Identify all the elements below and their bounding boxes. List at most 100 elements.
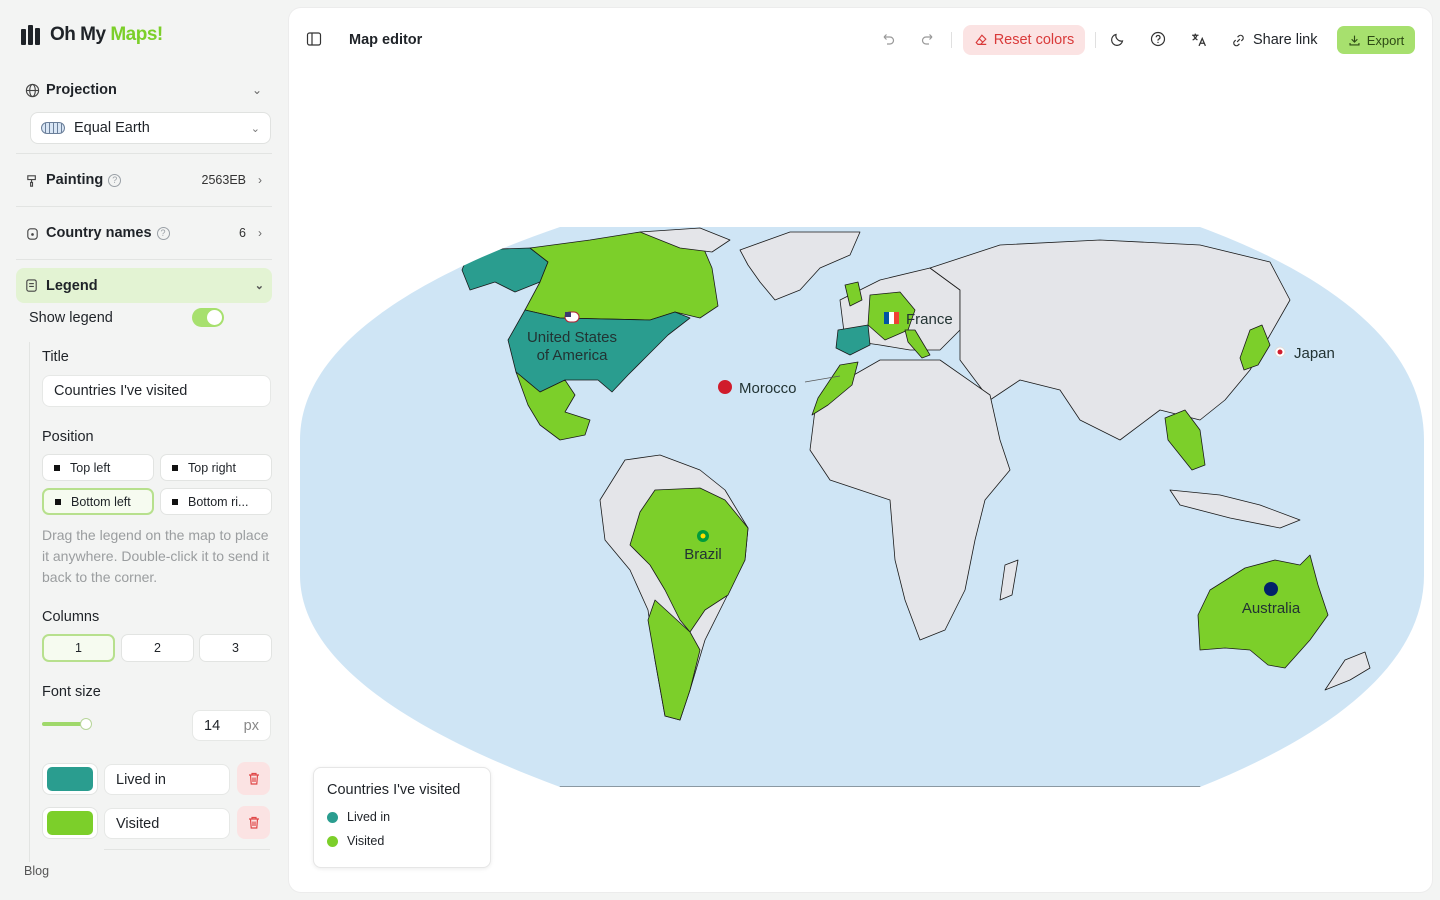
tag-icon [24, 225, 40, 241]
legend-item: Visited [327, 832, 477, 850]
blog-link[interactable]: Blog [24, 864, 49, 878]
position-top-left-button[interactable]: Top left [42, 454, 154, 481]
swatch-color [47, 811, 93, 835]
legend-drag-hint: Drag the legend on the map to place it a… [42, 527, 270, 585]
country-names-count: 6 [239, 226, 246, 240]
legend-title-value: Countries I've visited [54, 383, 188, 399]
chevron-down-icon: ⌄ [250, 122, 260, 135]
color-swatch-lived-in[interactable] [42, 763, 98, 795]
legend-item-label: Visited [347, 834, 385, 848]
paint-bucket-icon [24, 172, 40, 188]
color-swatch-visited[interactable] [42, 807, 98, 839]
columns-option: 2 [154, 641, 161, 655]
label-usa-line2: of America [537, 347, 609, 364]
legend-title-input[interactable]: Countries I've visited [42, 375, 271, 407]
legend-title: Countries I've visited [327, 782, 461, 798]
country-antarctica-edge[interactable] [559, 786, 1201, 800]
legend-item-label: Lived in [347, 810, 391, 824]
map-legend[interactable]: Countries I've visited Lived in Visited [313, 767, 491, 868]
position-top-right-button[interactable]: Top right [160, 454, 272, 481]
divider [16, 259, 272, 260]
chevron-right-icon: › [258, 226, 262, 240]
section-legend[interactable]: Legend ⌄ [16, 268, 272, 303]
section-projection[interactable]: Projection ⌄ [16, 72, 272, 108]
japan-flag-dot [1277, 349, 1283, 355]
label-australia: Australia [1242, 600, 1301, 617]
section-label: Painting [46, 172, 104, 188]
legend-entry-input[interactable]: Visited [104, 808, 230, 839]
chevron-down-icon: ⌄ [251, 83, 262, 97]
france-flag-icon [884, 312, 899, 324]
font-size-unit: px [243, 717, 259, 734]
section-label: Projection [46, 82, 117, 98]
section-label: Country names [46, 225, 152, 241]
font-size-slider-thumb[interactable] [80, 718, 92, 730]
label-usa: United States [527, 329, 617, 346]
list-icon [24, 278, 40, 294]
corner-icon [55, 498, 61, 505]
position-label-text: Bottom left [71, 494, 131, 509]
section-country-names[interactable]: Country names ? 6 › [16, 215, 272, 251]
app-name: Oh My Maps! [50, 24, 163, 46]
app-logo[interactable]: Oh My Maps! [21, 24, 163, 46]
sidebar: Oh My Maps! Projection ⌄ Equal Earth ⌄ P… [0, 0, 288, 900]
columns-1-button[interactable]: 1 [42, 634, 115, 662]
section-painting[interactable]: Painting ? 2563EB › [16, 162, 272, 198]
font-size-input[interactable]: 14 px [192, 710, 271, 741]
help-icon[interactable]: ? [156, 226, 170, 240]
label-morocco: Morocco [739, 380, 797, 397]
legend-dot [327, 811, 338, 823]
position-label-text: Top left [70, 460, 111, 475]
position-label-text: Top right [188, 460, 236, 475]
painting-color-value: 2563EB [201, 173, 246, 187]
font-size-value: 14 [204, 717, 221, 734]
swatch-color [47, 767, 93, 791]
projection-value: Equal Earth [74, 120, 150, 136]
position-label: Position [42, 429, 94, 445]
legend-dot [327, 835, 338, 847]
map-logo-icon [21, 25, 40, 45]
divider [16, 153, 272, 154]
show-legend-toggle[interactable] [192, 308, 224, 327]
divider [104, 849, 270, 850]
label-france: France [906, 311, 953, 328]
columns-option: 3 [232, 641, 239, 655]
delete-entry-button[interactable] [237, 762, 270, 795]
projection-select[interactable]: Equal Earth ⌄ [30, 112, 271, 144]
map-editor-panel: Map editor Reset colors Share link Expor [289, 8, 1432, 892]
columns-3-button[interactable]: 3 [199, 634, 272, 662]
legend-entry-label: Visited [116, 815, 160, 832]
legend-item: Lived in [327, 808, 477, 826]
position-label-text: Bottom ri... [188, 494, 249, 509]
projection-icon [41, 122, 65, 134]
position-bottom-right-button[interactable]: Bottom ri... [160, 488, 272, 515]
section-label: Legend [46, 277, 98, 294]
usa-flag-icon [564, 311, 580, 323]
legend-entry-input[interactable]: Lived in [104, 764, 230, 795]
corner-icon [54, 464, 60, 471]
trash-icon [248, 772, 259, 785]
font-size-label: Font size [42, 684, 101, 700]
app-name-part1: Oh My [50, 24, 106, 45]
australia-flag-icon [1264, 582, 1278, 596]
columns-2-button[interactable]: 2 [121, 634, 194, 662]
delete-entry-button[interactable] [237, 806, 270, 839]
title-label: Title [42, 349, 69, 365]
columns-option: 1 [75, 641, 82, 655]
globe-icon [24, 82, 40, 98]
chevron-right-icon: › [258, 173, 262, 187]
corner-icon [172, 464, 178, 471]
brazil-flag-center [700, 533, 706, 539]
columns-label: Columns [42, 609, 100, 625]
divider [16, 206, 272, 207]
legend-entry-label: Lived in [116, 771, 166, 788]
corner-icon [172, 498, 178, 505]
label-japan: Japan [1294, 345, 1335, 362]
help-icon[interactable]: ? [108, 173, 122, 187]
world-map[interactable]: United States of America France Morocco … [289, 8, 1432, 892]
show-legend-label: Show legend [29, 310, 113, 326]
indent-line [29, 342, 30, 862]
chevron-down-icon: ⌄ [254, 280, 264, 292]
position-bottom-left-button[interactable]: Bottom left [42, 488, 154, 515]
label-brazil: Brazil [684, 546, 722, 563]
